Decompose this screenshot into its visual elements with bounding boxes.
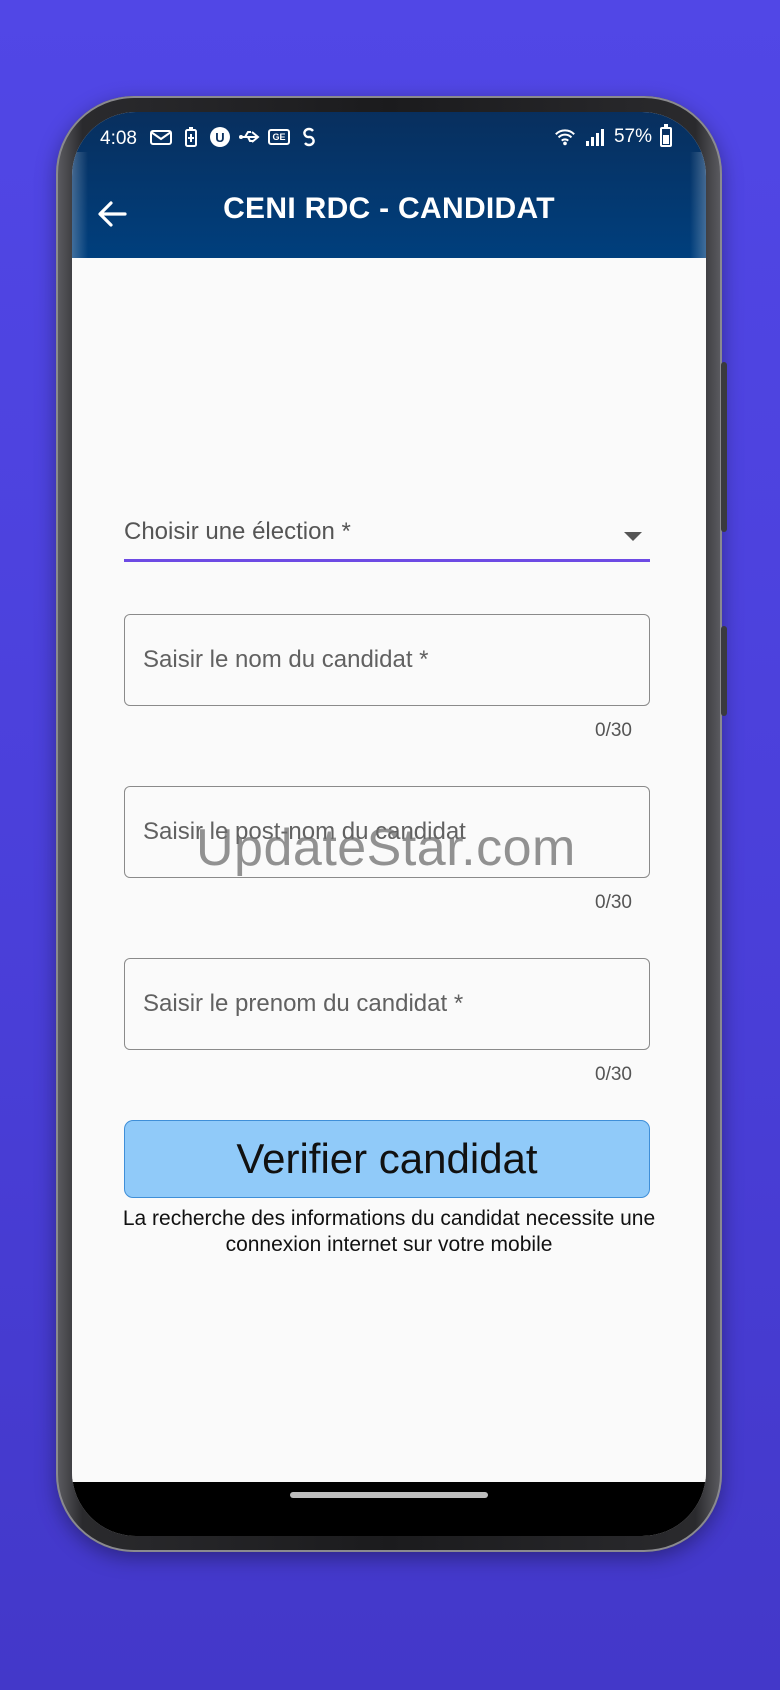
ublock-icon: U xyxy=(210,127,230,147)
page-title: CENI RDC - CANDIDAT xyxy=(223,192,555,225)
top-bar: 4:08 U GE 57% CENI RDC - CANDIDAT xyxy=(72,112,706,258)
prenom-counter: 0/30 xyxy=(595,1064,632,1085)
nom-counter: 0/30 xyxy=(595,720,632,741)
usb-icon xyxy=(238,126,260,148)
election-dropdown-label: Choisir une élection * xyxy=(124,518,351,545)
election-dropdown[interactable]: Choisir une élection * xyxy=(124,506,650,562)
battery-icon xyxy=(660,124,672,147)
power-button xyxy=(721,626,727,716)
home-handle[interactable] xyxy=(290,1492,488,1498)
verify-candidate-button[interactable]: Verifier candidat xyxy=(124,1120,650,1198)
note-line-1: La recherche des informations du candida… xyxy=(122,1207,656,1230)
nom-input[interactable] xyxy=(125,615,649,705)
watermark: UpdateStar.com xyxy=(196,819,576,877)
prenom-input[interactable] xyxy=(125,959,649,1049)
gesture-nav-bar xyxy=(72,1482,706,1536)
ge-icon: GE xyxy=(268,129,290,145)
shazam-icon xyxy=(298,126,320,148)
battery-saver-icon xyxy=(180,126,202,148)
status-bar: 4:08 U GE 57% xyxy=(72,112,706,170)
prenom-field-container xyxy=(124,958,650,1050)
note-line-2: connexion internet sur votre mobile xyxy=(225,1233,553,1256)
status-right: 57% xyxy=(554,124,672,148)
mail-icon xyxy=(150,126,172,148)
notification-icons: U GE xyxy=(150,126,320,148)
battery-percent: 57% xyxy=(613,126,652,147)
post-nom-counter: 0/30 xyxy=(595,892,632,913)
volume-button xyxy=(721,362,727,532)
nom-field-container xyxy=(124,614,650,706)
signal-icon xyxy=(584,126,606,148)
status-time: 4:08 xyxy=(100,128,137,149)
app-bar: CENI RDC - CANDIDAT xyxy=(72,170,706,258)
wifi-icon xyxy=(554,126,576,148)
internet-note: La recherche des informations du candida… xyxy=(72,1206,706,1258)
chevron-down-icon xyxy=(624,532,642,541)
